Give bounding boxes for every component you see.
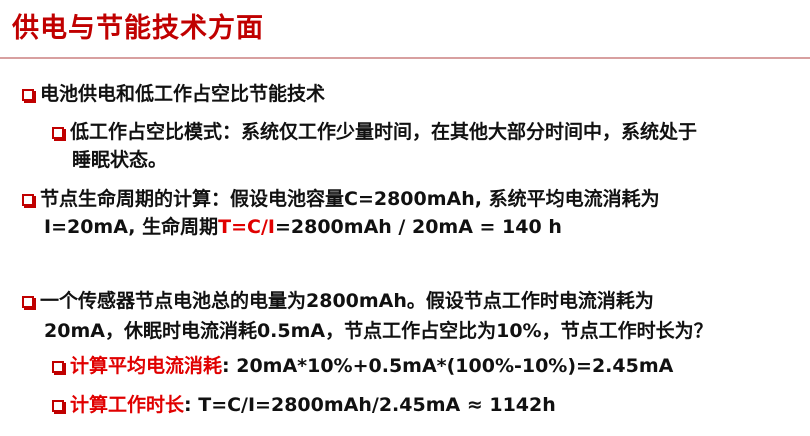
sub-bullet-low-duty-cont: 睡眠状态。 bbox=[72, 148, 167, 172]
sub-bullet-work-time: 计算工作时长: T=C/I=2800mAh/2.45mA ≈ 1142h bbox=[52, 393, 556, 417]
bullet-text: 电池供电和低工作占空比节能技术 bbox=[40, 83, 326, 105]
square-bullet-icon bbox=[22, 89, 34, 101]
sub-bullet-label: 计算工作时长 bbox=[70, 394, 185, 416]
square-bullet-icon bbox=[22, 194, 34, 206]
sub-bullet-avg-current: 计算平均电流消耗: 20mA*10%+0.5mA*(100%-10%)=2.45… bbox=[52, 354, 673, 378]
bullet-text: : 20mA*10%+0.5mA*(100%-10%)=2.45mA bbox=[222, 355, 674, 377]
square-bullet-icon bbox=[22, 296, 34, 308]
formula-highlight: T=C/I bbox=[218, 216, 275, 238]
bullet-text: 低工作占空比模式：系统仅工作少量时间，在其他大部分时间中，系统处于 bbox=[70, 121, 698, 143]
bullet-text: 睡眠状态。 bbox=[72, 149, 168, 171]
title-divider bbox=[0, 57, 810, 59]
bullet-text: I=20mA, 生命周期 bbox=[44, 216, 219, 238]
bullet-text: 节点生命周期的计算：假设电池容量C=2800mAh, 系统平均电流消耗为 bbox=[40, 188, 660, 210]
bullet-text: =2800mAh / 20mA = 140 h bbox=[274, 216, 562, 238]
square-bullet-icon bbox=[52, 400, 64, 412]
square-bullet-icon bbox=[52, 127, 64, 139]
bullet-text: : T=C/I=2800mAh/2.45mA ≈ 1142h bbox=[184, 394, 556, 416]
bullet-example-cont: 20mA，休眠时电流消耗0.5mA，节点工作占空比为10%，节点工作时长为？ bbox=[44, 319, 713, 343]
bullet-example: 一个传感器节点电池总的电量为2800mAh。假设节点工作时电流消耗为 bbox=[22, 289, 654, 313]
bullet-text: 20mA，休眠时电流消耗0.5mA，节点工作占空比为10%，节点工作时长为？ bbox=[44, 320, 713, 342]
bullet-battery-power: 电池供电和低工作占空比节能技术 bbox=[22, 82, 325, 106]
bullet-text: 一个传感器节点电池总的电量为2800mAh。假设节点工作时电流消耗为 bbox=[40, 290, 654, 312]
bullet-lifetime-calc-cont: I=20mA, 生命周期T=C/I=2800mAh / 20mA = 140 h bbox=[44, 215, 562, 239]
page-title: 供电与节能技术方面 bbox=[12, 13, 264, 44]
bullet-lifetime-calc: 节点生命周期的计算：假设电池容量C=2800mAh, 系统平均电流消耗为 bbox=[22, 187, 660, 211]
sub-bullet-label: 计算平均电流消耗 bbox=[70, 355, 223, 377]
sub-bullet-low-duty: 低工作占空比模式：系统仅工作少量时间，在其他大部分时间中，系统处于 bbox=[52, 120, 697, 144]
square-bullet-icon bbox=[52, 361, 64, 373]
